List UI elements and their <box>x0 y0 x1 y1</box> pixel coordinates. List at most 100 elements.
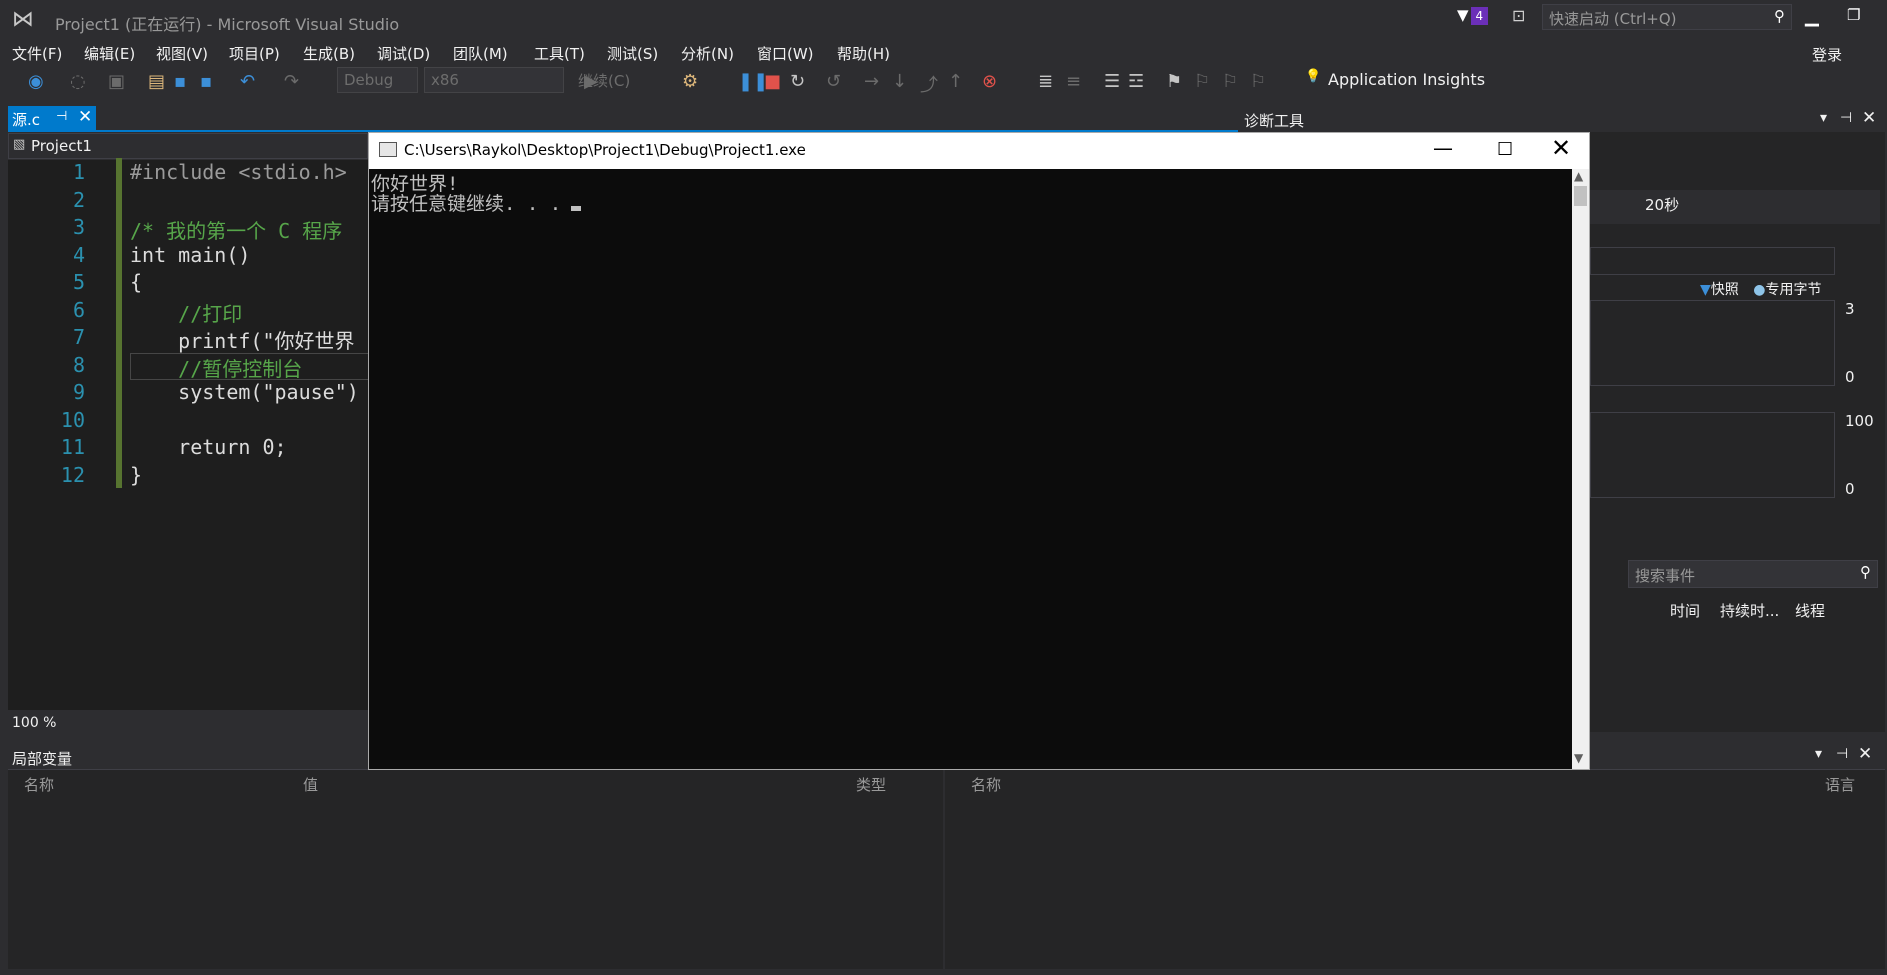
code-line[interactable]: //暂停控制台 <box>130 353 302 382</box>
process-icon[interactable]: ⚙ <box>682 71 698 92</box>
code-line[interactable]: { <box>130 270 142 294</box>
breakpoint-icon[interactable]: ⊗ <box>982 71 997 92</box>
code-line[interactable]: #include <stdio.h> <box>130 160 347 184</box>
locals-column-name[interactable]: 名称 <box>24 774 54 795</box>
close-icon[interactable]: ✕ <box>1862 108 1876 128</box>
menu-test[interactable]: 测试(S) <box>607 43 658 64</box>
menu-window[interactable]: 窗口(W) <box>757 43 814 64</box>
navigation-project-label: Project1 <box>31 137 92 155</box>
prev-bookmark-icon[interactable]: ⚐ <box>1194 71 1210 92</box>
code-line[interactable]: printf("你好世界 <box>130 325 354 354</box>
console-line: 请按任意键继续. . . <box>371 193 562 215</box>
comment-icon[interactable]: ☰ <box>1104 71 1120 92</box>
events-track <box>1590 247 1835 275</box>
bookmark-icon[interactable]: ⚑ <box>1166 71 1182 92</box>
search-icon: ⚲ <box>1774 7 1785 25</box>
console-scrollbar[interactable]: ▲ ▼ <box>1572 169 1589 769</box>
open-file-icon[interactable]: ▤ <box>148 71 165 92</box>
step-out-icon[interactable]: ⤴ <box>920 71 938 97</box>
undo-icon[interactable]: ↶ <box>240 71 255 92</box>
outdent-icon[interactable]: ≡ <box>1066 71 1081 92</box>
code-line[interactable]: int main() <box>130 243 250 267</box>
next-bookmark-icon[interactable]: ⚐ <box>1222 71 1238 92</box>
clear-bookmarks-icon[interactable]: ⚐ <box>1250 71 1266 92</box>
stop-icon[interactable]: ■ <box>764 71 781 92</box>
change-tracking-bar <box>116 158 122 488</box>
step-over-icon[interactable]: ↓ <box>892 71 907 92</box>
menu-view[interactable]: 视图(V) <box>156 43 208 64</box>
save-all-icon[interactable]: ▪ <box>200 71 212 92</box>
line-number: 9 <box>72 380 85 404</box>
callstack-column-language[interactable]: 语言 <box>1825 774 1855 795</box>
toolbar: ◉ ◌ ▣ ▤ ▪ ▪ ↶ ↷ ▶ ⚙ ❚❚ ■ ↻ ↺ → ↓ ⤴ ↑ ⊗ ≣… <box>0 66 1887 100</box>
menu-team[interactable]: 团队(M) <box>453 43 508 64</box>
console-close-button[interactable]: ✕ <box>1551 134 1571 162</box>
feedback-icon[interactable]: ⊡ <box>1512 6 1525 25</box>
locals-column-type[interactable]: 类型 <box>856 774 886 795</box>
tab-source-file[interactable]: 源.c ⊣ ✕ <box>8 106 96 130</box>
uncomment-icon[interactable]: ☲ <box>1128 71 1144 92</box>
menu-debug[interactable]: 调试(D) <box>377 43 430 64</box>
notifications-button[interactable]: ▼ 4 <box>1457 6 1489 28</box>
console-minimize-button[interactable]: — <box>1433 136 1453 160</box>
console-title-bar[interactable]: C:\Users\Raykol\Desktop\Project1\Debug\P… <box>369 133 1589 169</box>
code-line[interactable]: //打印 <box>130 298 242 327</box>
configuration-select[interactable]: Debug <box>337 67 418 93</box>
console-window[interactable]: C:\Users\Raykol\Desktop\Project1\Debug\P… <box>368 132 1590 770</box>
console-output[interactable]: 你好世界! 请按任意键继续. . . <box>369 169 1569 769</box>
scroll-thumb[interactable] <box>1574 186 1587 206</box>
column-time[interactable]: 时间 <box>1670 600 1700 621</box>
code-line[interactable]: system("pause") <box>130 380 359 404</box>
dropdown-icon[interactable]: ▾ <box>1815 746 1822 762</box>
dropdown-icon[interactable]: ▾ <box>1820 110 1827 126</box>
sign-in-link[interactable]: 登录 <box>1812 44 1842 65</box>
restore-button[interactable]: ❐ <box>1847 6 1860 24</box>
close-icon[interactable]: ✕ <box>1858 744 1872 764</box>
step-into-icon[interactable]: → <box>864 71 879 92</box>
console-maximize-button[interactable]: ☐ <box>1497 139 1513 160</box>
quick-launch-input[interactable]: 快速启动 (Ctrl+Q) ⚲ <box>1542 4 1792 30</box>
console-app-icon <box>379 142 397 157</box>
menu-file[interactable]: 文件(F) <box>12 43 62 64</box>
zoom-level[interactable]: 100 % <box>12 715 56 731</box>
menu-project[interactable]: 项目(P) <box>229 43 280 64</box>
column-thread[interactable]: 线程 <box>1795 600 1825 621</box>
show-next-statement-icon[interactable]: ↺ <box>826 71 841 92</box>
indent-icon[interactable]: ≣ <box>1038 71 1053 92</box>
console-title: C:\Users\Raykol\Desktop\Project1\Debug\P… <box>404 141 806 159</box>
menu-edit[interactable]: 编辑(E) <box>84 43 135 64</box>
step-back-icon[interactable]: ↑ <box>948 71 963 92</box>
line-number: 2 <box>72 188 85 212</box>
back-icon[interactable]: ◉ <box>28 71 44 92</box>
menu-tools[interactable]: 工具(T) <box>534 43 585 64</box>
menu-analyze[interactable]: 分析(N) <box>681 43 734 64</box>
save-icon[interactable]: ▪ <box>174 71 186 92</box>
platform-select[interactable]: x86 <box>424 67 564 93</box>
column-duration[interactable]: 持续时... <box>1720 600 1779 621</box>
code-line[interactable]: } <box>130 463 142 487</box>
memory-legend: ▼快照 ●专用字节 <box>1700 279 1821 299</box>
redo-icon[interactable]: ↷ <box>284 71 299 92</box>
menu-build[interactable]: 生成(B) <box>303 43 355 64</box>
restart-icon[interactable]: ↻ <box>790 71 805 92</box>
forward-icon[interactable]: ◌ <box>70 71 86 92</box>
continue-button[interactable]: 继续(C) <box>578 70 630 91</box>
cpu-axis-max: 100 <box>1845 412 1874 430</box>
navigation-bar[interactable]: ▧ Project1 <box>8 133 368 159</box>
callstack-column-name[interactable]: 名称 <box>971 774 1001 795</box>
pin-icon[interactable]: ⊣ <box>1836 746 1848 762</box>
pin-icon[interactable]: ⊣ <box>1840 110 1852 126</box>
menu-help[interactable]: 帮助(H) <box>837 43 890 64</box>
close-icon[interactable]: ✕ <box>78 107 92 127</box>
new-project-icon[interactable]: ▣ <box>108 71 125 92</box>
code-line[interactable]: /* 我的第一个 C 程序 <box>130 215 342 244</box>
scroll-down-icon[interactable]: ▼ <box>1574 751 1583 765</box>
minimize-button[interactable]: ▁ <box>1805 6 1819 27</box>
pin-icon[interactable]: ⊣ <box>56 109 67 124</box>
search-events-input[interactable]: 搜索事件 ⚲ <box>1628 560 1878 588</box>
scroll-up-icon[interactable]: ▲ <box>1574 169 1583 183</box>
legend-snapshot: 快照 <box>1710 282 1739 298</box>
application-insights-button[interactable]: Application Insights <box>1328 70 1485 89</box>
code-line[interactable]: return 0; <box>130 435 286 459</box>
locals-column-value[interactable]: 值 <box>303 774 318 795</box>
